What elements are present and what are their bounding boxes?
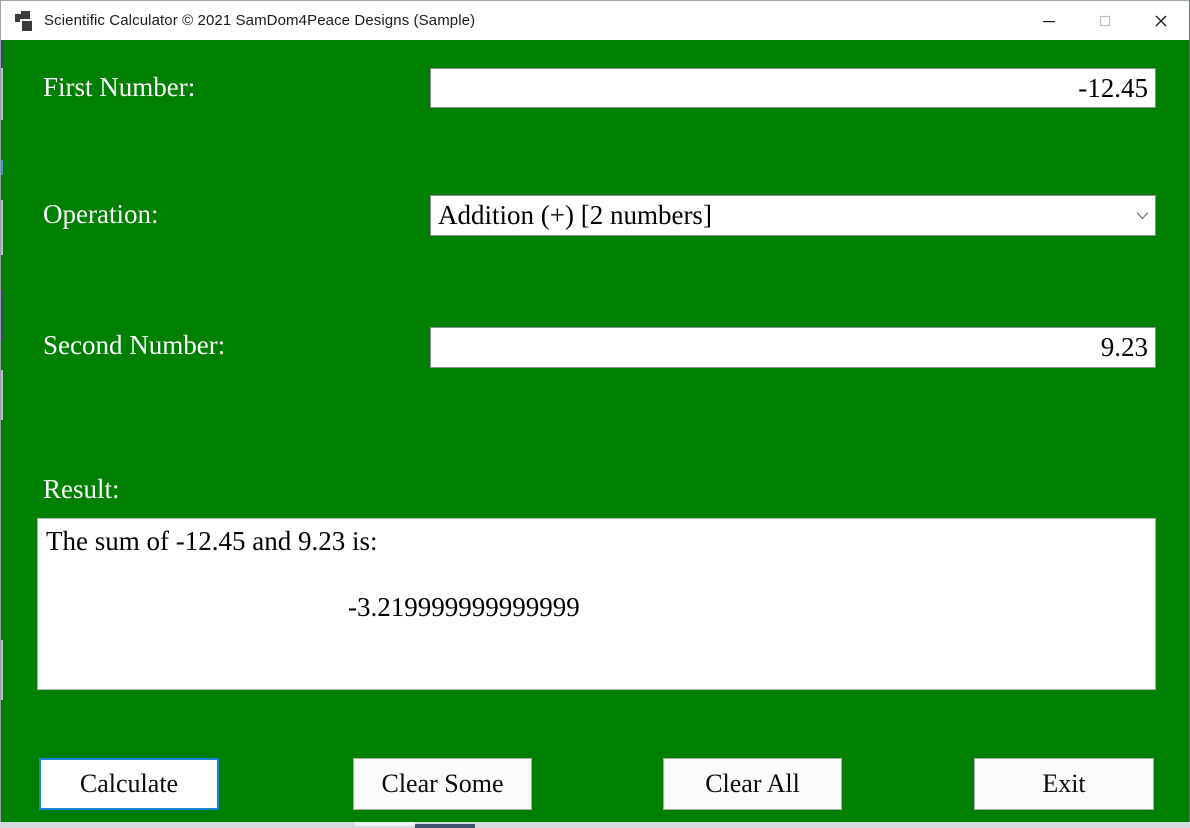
clear-all-button[interactable]: Clear All [663, 758, 842, 810]
app-squares-icon [15, 10, 35, 33]
title-bar: Scientific Calculator © 2021 SamDom4Peac… [0, 0, 1190, 40]
calculator-window: Scientific Calculator © 2021 SamDom4Peac… [0, 0, 1190, 828]
client-area: First Number: -12.45 Operation: Addition… [0, 40, 1190, 822]
window-bottom-edge [0, 822, 1190, 828]
operation-label: Operation: [43, 199, 159, 229]
maximize-icon [1099, 15, 1111, 26]
calculate-button[interactable]: Calculate [39, 758, 219, 810]
clear-some-button[interactable]: Clear Some [353, 758, 532, 810]
result-summary-text: The sum of -12.45 and 9.23 is: [46, 526, 378, 556]
minimize-button[interactable] [1021, 1, 1077, 40]
operation-select[interactable]: Addition (+) [2 numbers] [430, 195, 1156, 236]
close-icon [1155, 15, 1167, 26]
second-number-input[interactable]: 9.23 [430, 327, 1156, 368]
maximize-button[interactable] [1077, 1, 1133, 40]
second-number-label: Second Number: [43, 330, 226, 360]
window-left-edge-artifact [1, 40, 3, 822]
minimize-icon [1043, 20, 1055, 22]
first-number-label: First Number: [43, 72, 196, 102]
result-output-box[interactable]: The sum of -12.45 and 9.23 is: -3.219999… [37, 518, 1156, 690]
operation-selected-value: Addition (+) [2 numbers] [438, 200, 712, 230]
close-button[interactable] [1133, 1, 1189, 40]
first-number-input[interactable]: -12.45 [430, 68, 1156, 108]
second-number-value: 9.23 [1100, 332, 1148, 362]
exit-button[interactable]: Exit [974, 758, 1154, 810]
result-label: Result: [43, 474, 120, 504]
chevron-down-icon[interactable] [1129, 211, 1155, 220]
first-number-value: -12.45 [1078, 72, 1148, 103]
window-title: Scientific Calculator © 2021 SamDom4Peac… [44, 12, 476, 29]
result-value-text: -3.219999999999999 [348, 592, 580, 622]
